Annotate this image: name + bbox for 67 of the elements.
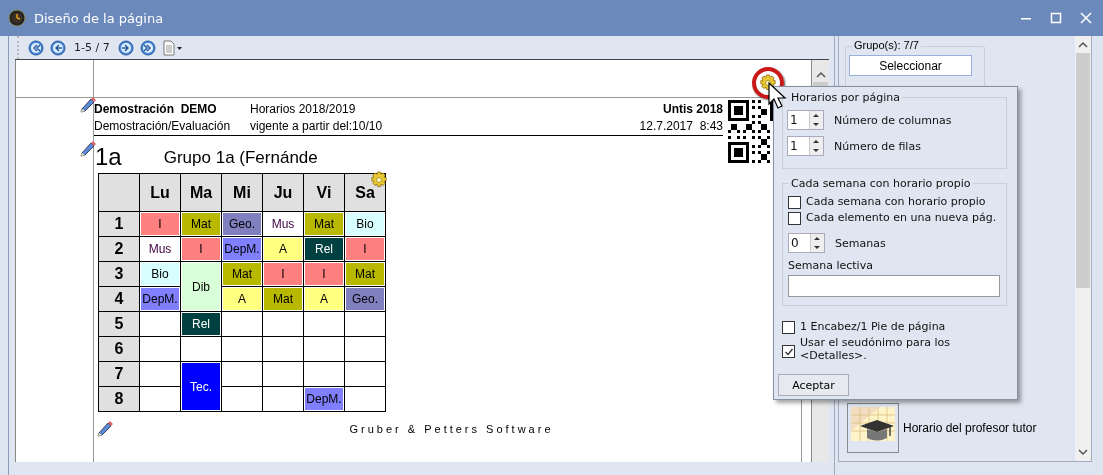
period-header: 8 (99, 387, 139, 411)
number-spinner[interactable]: 0 (788, 233, 825, 253)
group-title: Cada semana con horario propio (789, 177, 973, 190)
subtitle: Demostración/Evaluación (94, 118, 232, 133)
footer-text: Gruber & Petters Software (348, 423, 555, 435)
period-header: 4 (99, 287, 139, 311)
lesson-cell: Dib (181, 262, 221, 311)
checkbox-label[interactable]: 1 Encabez/1 Pie de página (800, 320, 946, 333)
lesson-cell: Mat (222, 262, 262, 286)
lesson-cell: Mus (263, 212, 303, 236)
product-name: Untis 2018 (662, 101, 723, 116)
lesson-cell: I (140, 212, 180, 236)
number-spinner[interactable]: 1 (787, 110, 824, 130)
class-title: Grupo 1a (Fernánde (163, 147, 318, 169)
period-header: 5 (99, 312, 139, 336)
report-name[interactable]: Horario del profesor tutor (903, 421, 1037, 435)
lesson-cell: I (263, 262, 303, 286)
select-button[interactable]: Seleccionar (849, 55, 972, 76)
accept-button[interactable]: Aceptar (778, 374, 849, 396)
field-label: Semana lectiva (788, 259, 874, 272)
period-header: 7 (99, 362, 139, 386)
valid-from: vigente a partir del:10/10 (250, 118, 384, 133)
lesson-cell: DepM. (222, 237, 262, 261)
page-counter: 1-5 / 7 (74, 41, 110, 54)
class-code: 1a (95, 144, 122, 170)
lesson-cell: Geo. (345, 287, 385, 311)
lesson-cell: DepM. (140, 287, 180, 311)
lesson-cell: Tec. (181, 362, 221, 411)
lesson-cell: A (263, 237, 303, 261)
school-name: Demostración DEMO (94, 101, 218, 116)
lesson-cell: Mus (140, 237, 180, 261)
period-header: 1 (99, 212, 139, 236)
lesson-cell: I (304, 262, 344, 286)
period-header: 2 (99, 237, 139, 261)
number-spinner[interactable]: 1 (787, 136, 824, 156)
lesson-cell: DepM. (304, 387, 344, 411)
lesson-cell: A (222, 287, 262, 311)
lesson-cell: Mat (345, 262, 385, 286)
print-date: 12.7.2017 8:43 (639, 118, 723, 133)
spinner-label: Número de columnas (834, 113, 952, 127)
period-header: 3 (99, 262, 139, 286)
group-count: Grupo(s): 7/7 (852, 39, 921, 51)
lesson-cell: Bio (140, 262, 180, 286)
day-header: Ju (263, 174, 303, 211)
lesson-cell: Rel (304, 237, 344, 261)
day-header: Vi (304, 174, 344, 211)
lesson-cell: Mat (304, 212, 344, 236)
checkbox-label[interactable]: Usar el seudónimo para los <Detalles>. (800, 336, 990, 362)
day-header: Lu (140, 174, 180, 211)
lesson-cell: Rel (181, 312, 221, 336)
lesson-cell: A (304, 287, 344, 311)
spinner-label: Número de filas (834, 139, 921, 153)
day-header: Mi (222, 174, 262, 211)
lesson-cell: Geo. (222, 212, 262, 236)
lesson-cell: Mat (181, 212, 221, 236)
group-title: Horarios por página (789, 91, 902, 104)
period-header: 6 (99, 337, 139, 361)
checkbox-label[interactable]: Cada elemento en una nueva pág. (806, 211, 997, 224)
day-header: Ma (181, 174, 221, 211)
lesson-cell: I (181, 237, 221, 261)
spinner-label: Semanas (835, 236, 886, 250)
lesson-cell: Mat (263, 287, 303, 311)
checkbox-label[interactable]: Cada semana con horario propio (806, 195, 986, 208)
timetable-year: Horarios 2018/2019 (250, 101, 357, 116)
lesson-cell: Bio (345, 212, 385, 236)
window-title: Diseño de la página (34, 10, 165, 26)
lesson-cell: I (345, 237, 385, 261)
